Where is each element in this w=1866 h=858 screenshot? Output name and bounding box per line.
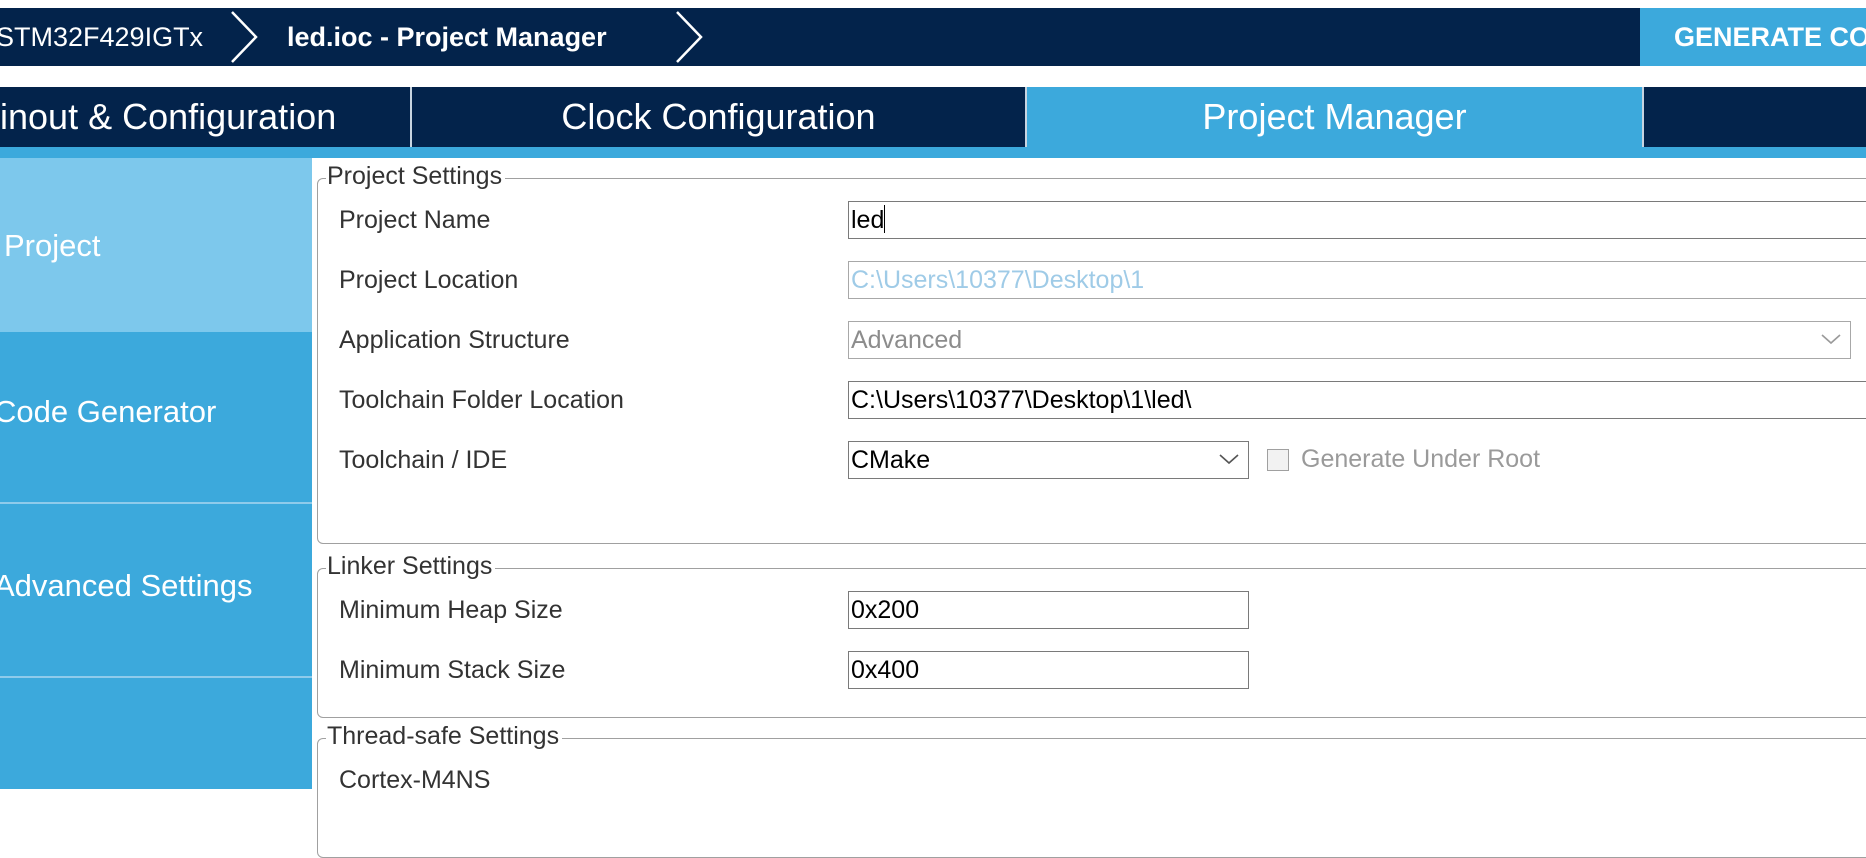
toolchain-folder-input[interactable]: C:\Users\10377\Desktop\1\led\ xyxy=(848,381,1866,419)
breadcrumb-device[interactable]: STM32F429IGTx xyxy=(0,8,203,66)
sidebar-item-label: Code Generator xyxy=(0,394,217,429)
minimum-heap-size-input[interactable]: 0x200 xyxy=(848,591,1249,629)
project-name-input[interactable]: led xyxy=(848,201,1866,239)
tab-underline xyxy=(0,147,1866,158)
minimum-stack-size-label: Minimum Stack Size xyxy=(339,656,566,684)
sidebar-item-project[interactable]: Project xyxy=(0,158,312,332)
cortex-core-label: Cortex-M4NS xyxy=(339,766,491,794)
application-structure-label: Application Structure xyxy=(339,326,570,354)
minimum-heap-size-label: Minimum Heap Size xyxy=(339,596,563,624)
project-location-input: C:\Users\10377\Desktop\1 xyxy=(848,261,1866,299)
breadcrumb-bar: STM32F429IGTx led.ioc - Project Manager … xyxy=(0,0,1866,77)
chevron-down-icon xyxy=(1219,454,1239,465)
chevron-down-icon xyxy=(1821,334,1841,345)
minimum-stack-size-input[interactable]: 0x400 xyxy=(848,651,1249,689)
toolchain-ide-select[interactable]: CMake xyxy=(848,441,1249,479)
project-name-label: Project Name xyxy=(339,206,491,234)
application-structure-value: Advanced xyxy=(851,326,963,354)
sidebar-item-label: Project xyxy=(4,228,101,263)
project-location-label: Project Location xyxy=(339,266,519,294)
sidebar-empty-area xyxy=(0,680,312,789)
sidebar-item-code-generator[interactable]: Code Generator xyxy=(0,332,312,504)
tab-pinout-configuration[interactable]: Pinout & Configuration xyxy=(0,87,412,147)
tab-tools[interactable] xyxy=(1644,87,1866,147)
project-name-value: led xyxy=(851,206,885,234)
project-settings-panel: Project Settings Project Name led Projec… xyxy=(312,158,1866,858)
generate-under-root-checkbox xyxy=(1267,449,1289,471)
group-legend: Thread-safe Settings xyxy=(326,722,563,751)
sidebar-item-label: Advanced Settings xyxy=(0,568,253,603)
text-cursor xyxy=(884,205,886,234)
group-legend: Linker Settings xyxy=(326,552,496,581)
breadcrumb-file[interactable]: led.ioc - Project Manager xyxy=(287,8,607,66)
toolchain-ide-value: CMake xyxy=(851,446,931,474)
breadcrumb-band xyxy=(0,8,1866,66)
thread-safe-settings-group: Thread-safe Settings Cortex-M4NS xyxy=(317,722,1866,858)
application-structure-select: Advanced xyxy=(848,321,1851,359)
group-legend: Project Settings xyxy=(326,162,506,191)
tab-clock-configuration[interactable]: Clock Configuration xyxy=(412,87,1027,147)
generate-code-button[interactable]: GENERATE CODE xyxy=(1640,8,1866,66)
sidebar-item-advanced-settings[interactable]: Advanced Settings xyxy=(0,506,312,678)
generate-under-root-label: Generate Under Root xyxy=(1301,445,1541,473)
chevron-right-icon xyxy=(231,11,258,63)
linker-settings-group: Linker Settings Minimum Heap Size 0x200 … xyxy=(317,552,1866,718)
chevron-right-icon xyxy=(676,11,703,63)
sidebar: Project Code Generator Advanced Settings xyxy=(0,158,312,789)
tab-project-manager[interactable]: Project Manager xyxy=(1027,87,1644,147)
toolchain-ide-label: Toolchain / IDE xyxy=(339,446,508,474)
main-tab-bar: Pinout & Configuration Clock Configurati… xyxy=(0,87,1866,147)
toolchain-folder-label: Toolchain Folder Location xyxy=(339,386,624,414)
project-settings-group: Project Settings Project Name led Projec… xyxy=(317,162,1866,544)
